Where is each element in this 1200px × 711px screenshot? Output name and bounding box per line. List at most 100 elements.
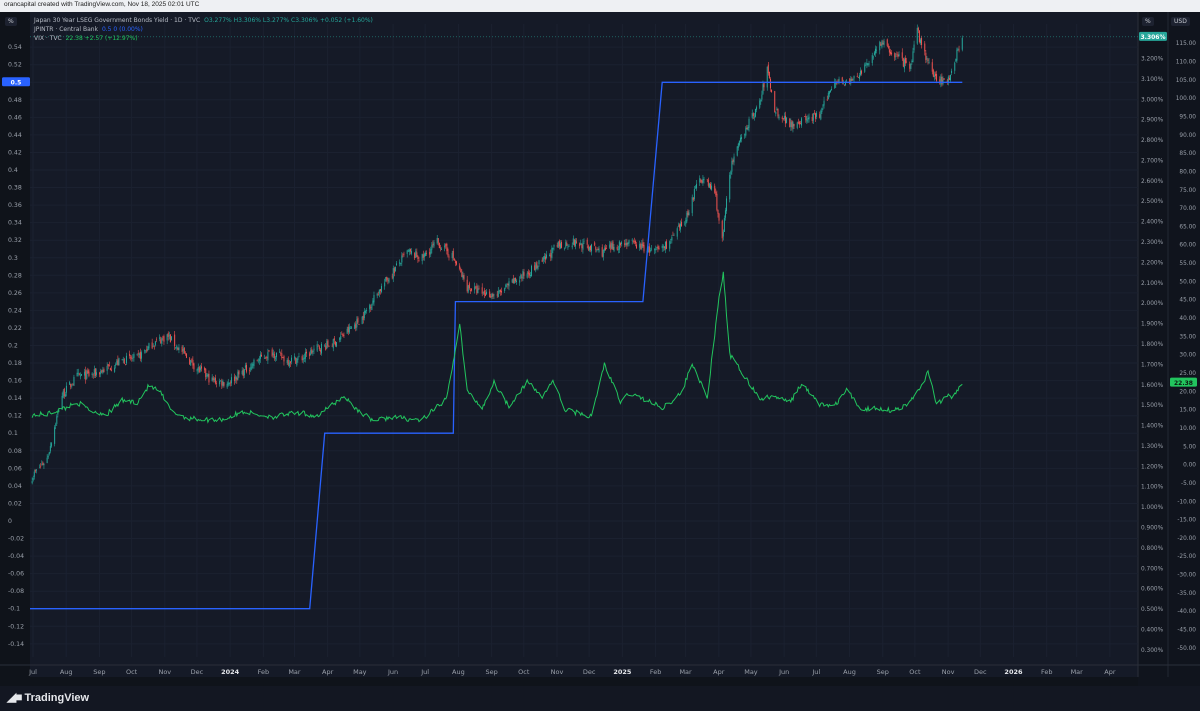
candle-body [583,240,585,242]
candle-body [721,220,723,239]
candle-body [587,245,589,250]
candle-body [87,369,89,374]
candle-body [296,358,298,366]
mid-tick-label: 2.500% [1141,199,1164,205]
candle-body [526,273,528,278]
candle-body [402,254,404,256]
candle-body [767,64,769,74]
candle-body [116,360,118,365]
candle-body [527,271,529,275]
candle-body [283,356,285,362]
candle-body [684,224,686,226]
x-tick-label: Apr [713,668,725,676]
left-tick-label: 0.38 [8,185,22,192]
candle-body [872,56,874,58]
candle-body [943,78,945,80]
candle-body [302,358,304,361]
candle-body [264,358,266,359]
candle-body [355,323,357,328]
mid-tick-label: 2.800% [1141,138,1164,144]
candle-body [669,241,671,249]
candle-body [274,357,276,359]
x-tick-label: Dec [974,668,987,676]
candle-body [414,253,416,259]
candle-body [123,359,125,364]
candle-body [395,263,397,266]
candle-body [215,382,217,384]
candle-body [497,290,499,297]
candle-body [520,275,522,279]
candle-body [370,307,372,308]
mid-tick-label: 3.000% [1141,97,1164,103]
mid-tick-label: 1.200% [1141,464,1164,470]
candle-body [521,276,523,278]
candle-body [174,334,176,347]
candle-body [751,112,753,118]
candle-body [642,242,644,247]
tradingview-brand[interactable]: ◢■ TradingView [7,690,89,704]
candle-body [287,359,289,365]
plot-background [30,12,1138,677]
right-tick-label: 20.00 [1179,389,1196,395]
candle-body [741,137,743,140]
candle-body [881,41,883,48]
candle-body [430,248,432,255]
legend-yield[interactable]: Japan 30 Year LSEG Government Bonds Yiel… [34,17,373,24]
candle-body [806,119,808,122]
candle-body [205,368,207,378]
mid-unit-label[interactable]: % [1142,17,1154,26]
candle-body [182,349,184,351]
candle-body [234,376,236,382]
candle-body [170,336,172,341]
candle-body [305,351,307,354]
x-tick-label: Mar [1071,668,1084,676]
candle-body [789,118,791,128]
candle-body [191,358,193,360]
candle-body [786,117,788,123]
header-bar: orancapital created with TradingView.com… [0,0,1200,12]
mid-tick-label: 1.900% [1141,322,1164,328]
candle-body [909,63,911,69]
candle-body [214,377,216,384]
candle-body [200,366,202,369]
candle-body [691,197,693,214]
candle-body [746,127,748,130]
candle-body [936,73,938,81]
candle-body [177,347,179,350]
candle-body [362,315,364,320]
candle-body [78,373,80,375]
candle-body [332,339,334,349]
candle-body [466,279,468,292]
chart-area[interactable]: Jul Aug Sep Oct Nov Dec 2024 Feb Mar Apr May Jun Jul… [0,12,1200,686]
candle-body [631,239,633,241]
mid-tick-label: 1.000% [1141,505,1164,511]
candle-body [654,248,656,251]
candle-body [627,242,629,245]
candle-body [571,245,573,248]
candle-body [32,477,34,481]
candle-body [951,70,953,73]
candle-body [91,373,93,375]
candle-body [484,293,486,296]
left-unit-label[interactable]: % [5,17,17,26]
candle-body [853,76,855,79]
candle-body [357,317,359,323]
candle-body [294,356,296,359]
candle-body [297,357,299,360]
candle-body [137,353,139,354]
candle-body [917,27,919,31]
candle-body [589,245,591,251]
candle-body [558,240,560,247]
left-tick-label: 0.06 [8,465,22,472]
candle-body [129,353,131,357]
candle-body [379,289,381,291]
candle-body [591,244,593,252]
candle-body [754,108,756,117]
candle-body [424,252,426,257]
x-tick-label: Apr [322,668,334,676]
legend-vix[interactable]: VIX · TVC 22.38 +2.57 (+12.97%) [34,35,138,42]
right-unit-label[interactable]: USD [1171,17,1190,26]
candle-body [798,121,800,125]
x-tick-label: Jul [811,668,820,676]
legend-central-bank[interactable]: JPINTR · Central Bank 0.5 0 (0.00%) [34,26,143,33]
